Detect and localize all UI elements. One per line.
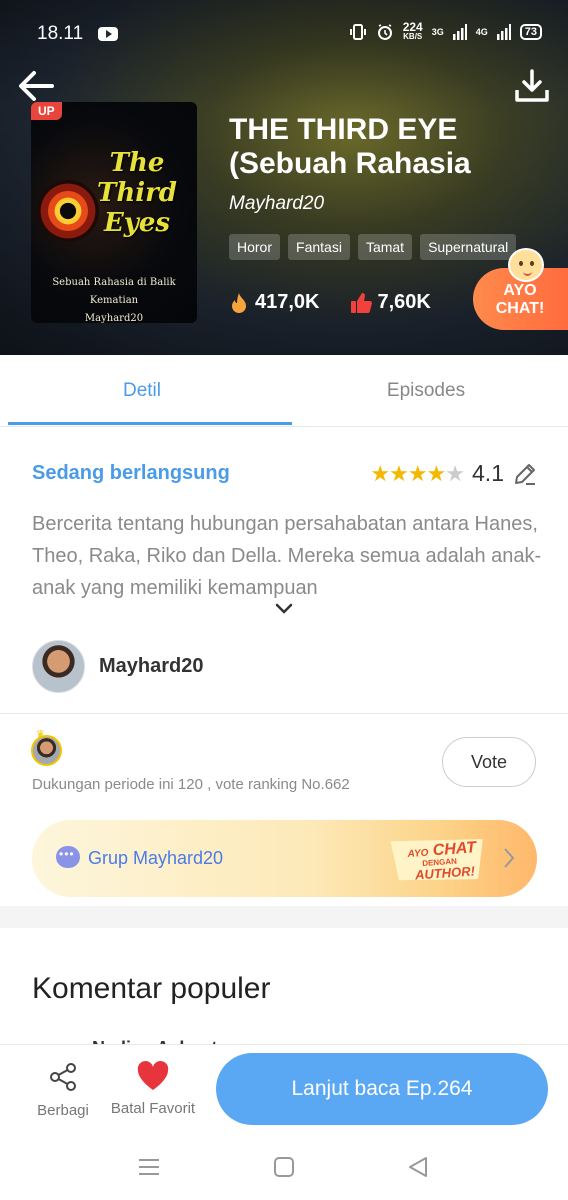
share-button[interactable]: Berbagi [30,1061,96,1119]
views-stat: 417,0K [229,291,320,314]
tag-horor[interactable]: Horor [229,234,281,260]
system-nav-bar [0,1136,568,1200]
favorite-label: Batal Favorit [110,1100,196,1117]
tag-supernatural[interactable]: Supernatural [420,234,517,260]
empty-star: ★ [445,460,465,486]
rating-value: 4.1 [472,460,504,486]
likes-stat: 7,60K [350,291,431,314]
cover-author: Mayhard20 [84,313,144,323]
publication-status: Sedang berlangsung [32,462,230,484]
views-count: 417,0K [255,291,320,313]
status-time: 18.11 [37,23,84,44]
update-badge: UP [31,102,62,120]
ayo-chat-author-badge: AYO CHAT DENGAN AUTHOR! [380,824,494,894]
speed-unit: KB/S [403,32,423,41]
cover-subtitle-line-1: Sebuah Rahasia di Balik [52,277,176,288]
download-icon[interactable] [512,66,552,106]
signal-icon-2 [496,24,511,40]
support-info: Dukungan periode ini 120 , vote ranking … [32,776,350,793]
detail-tabs: Detil Episodes [0,355,568,427]
status-icons: 224 KB/S 3G 4G 73 [349,21,542,42]
favorite-button[interactable]: Batal Favorit [104,1061,202,1117]
ayo-chat-line-1: AYO [503,282,537,299]
fire-icon [232,292,246,313]
signal-icon-1 [452,24,467,40]
status-bar: 18.11 224 KB/S 3G 4G 73 [0,0,568,66]
rating: ★★★★★ 4.1 [370,460,538,487]
share-label: Berbagi [37,1102,89,1119]
heart-icon [137,1061,169,1090]
cover-subtitle-line-2: Kematian [89,295,139,306]
group-label: Grup Mayhard20 [88,848,224,868]
bottom-action-bar: Berbagi Batal Favorit Lanjut baca Ep.264 [0,1044,568,1136]
supporter-avatar [31,735,62,766]
cover-title: The Third Eyes [96,148,177,238]
cover-subtitle: Sebuah Rahasia di Balik Kematian Mayhard… [41,274,187,323]
thumbs-up-icon [350,292,372,313]
tag-fantasi[interactable]: Fantasi [288,234,350,260]
section-spacer [0,906,568,928]
genre-tags: Horor Fantasi Tamat Supernatural [229,234,517,260]
book-stats: 417,0K 7,60K [229,291,431,314]
book-author[interactable]: Mayhard20 [229,193,324,215]
tag-tamat[interactable]: Tamat [357,234,413,260]
chevron-down-icon[interactable] [274,602,294,616]
badge-author: AUTHOR! [414,863,476,883]
book-cover[interactable]: The Third Eyes Sebuah Rahasia di Balik K… [31,102,197,323]
author-group-banner[interactable]: Grup Mayhard20 AYO CHAT DENGAN AUTHOR! [32,820,537,897]
home-nav-icon[interactable] [273,1156,295,1178]
chat-mascot-icon [508,248,544,282]
author-name: Mayhard20 [99,655,204,677]
back-nav-icon[interactable] [407,1156,429,1178]
back-arrow-icon[interactable] [16,66,56,106]
rating-stars: ★★★★★ [370,460,465,486]
tab-detil[interactable]: Detil [0,355,284,426]
youtube-notification-icon [98,27,118,41]
author-avatar [32,640,85,693]
network-speed: 224 KB/S [403,21,423,42]
active-tab-indicator [8,422,292,425]
section-divider [0,713,568,714]
vibrate-icon [349,24,366,40]
synopsis: Bercerita tentang hubungan persahabatan … [32,513,542,599]
network-4g-label: 4G [475,27,488,37]
edit-rating-icon[interactable] [512,461,538,487]
popular-comments-heading: Komentar populer [32,972,271,1005]
alarm-icon [377,24,392,40]
continue-reading-button[interactable]: Lanjut baca Ep.264 [216,1053,548,1125]
tab-episodes[interactable]: Episodes [284,355,568,426]
likes-count: 7,60K [377,291,431,313]
chat-bubble-icon [56,846,80,868]
battery-icon: 73 [519,24,542,40]
author-row[interactable]: Mayhard20 [32,640,204,693]
share-icon [50,1063,76,1091]
vote-button[interactable]: Vote [442,737,536,787]
network-3g-label: 3G [431,27,444,37]
chevron-right-icon [504,848,515,868]
book-title: THE THIRD EYE (Sebuah Rahasia [229,113,471,180]
menu-nav-icon[interactable] [137,1156,161,1178]
ayo-chat-line-2: CHAT! [495,300,545,317]
